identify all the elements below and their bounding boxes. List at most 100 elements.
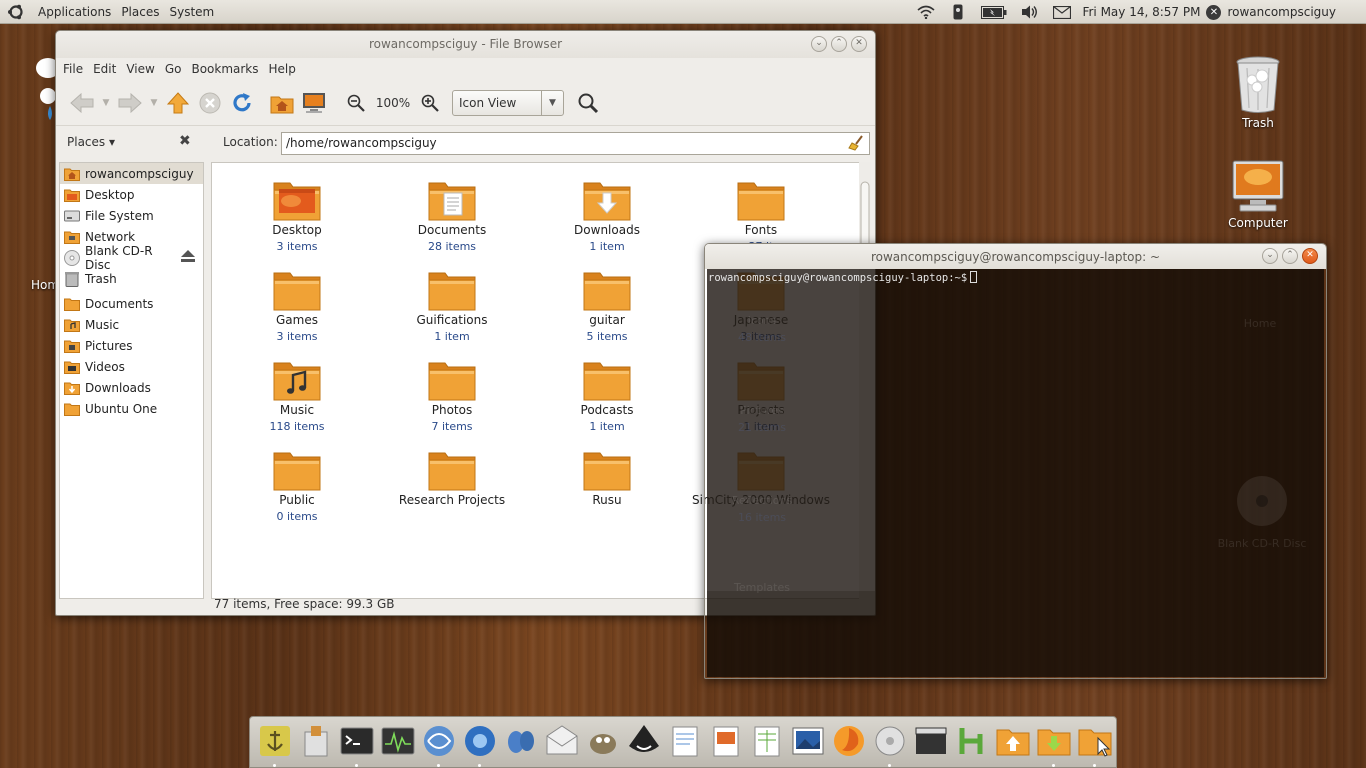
dock-gimp-icon[interactable] <box>582 720 623 764</box>
folder-name: Rusu <box>592 493 622 507</box>
dock-calc-icon[interactable] <box>746 720 787 764</box>
dock-folder-cursor-icon[interactable] <box>1074 720 1115 767</box>
zoom-level[interactable]: 100% <box>372 96 414 110</box>
user-switcher[interactable]: ✕ rowancompsciguy <box>1206 4 1336 20</box>
dock-anchor-icon[interactable] <box>254 720 295 767</box>
dock-disk-utility-icon[interactable] <box>869 720 910 767</box>
terminal-window[interactable]: rowancompsciguy@rowancompsciguy-laptop: … <box>704 243 1327 679</box>
back-history-dropdown[interactable]: ▼ <box>98 87 114 119</box>
terminal-body[interactable]: Icons 48 items Pictures 21 items Reflect… <box>707 269 1324 677</box>
maximize-button[interactable]: ⌃ <box>831 36 847 52</box>
wifi-icon[interactable] <box>917 4 935 20</box>
folder-item[interactable]: Podcasts 1 item <box>532 361 682 433</box>
sidebar-item-downloads[interactable]: Downloads <box>60 377 203 398</box>
dock-terminal-icon[interactable] <box>336 720 377 767</box>
places-menu[interactable]: Places <box>116 5 164 19</box>
folder-item[interactable]: Public 0 items <box>222 451 372 523</box>
applications-menu[interactable]: Applications <box>33 5 116 19</box>
folder-item[interactable]: Guifications 1 item <box>377 271 527 343</box>
zoom-in-button[interactable] <box>414 87 446 119</box>
desktop-icon-home[interactable]: Hom <box>28 56 59 292</box>
sidebar-item-documents[interactable]: Documents <box>60 293 203 314</box>
folder-item[interactable]: Photos 7 items <box>377 361 527 433</box>
dock-firefox-icon[interactable] <box>828 720 869 764</box>
dock-package-icon[interactable] <box>295 720 336 764</box>
zoom-out-button[interactable] <box>340 87 372 119</box>
folder-item[interactable]: Downloads 1 item <box>532 181 682 253</box>
desktop-icon-trash[interactable]: Trash <box>1226 54 1290 130</box>
computer-button[interactable] <box>298 87 330 119</box>
folder-item[interactable]: guitar 5 items <box>532 271 682 343</box>
dock-h-app-icon[interactable] <box>951 720 992 764</box>
dock-network-manager-icon[interactable] <box>418 720 459 767</box>
home-button[interactable] <box>266 87 298 119</box>
sidebar-item-blank-cd-r-disc[interactable]: Blank CD-R Disc <box>60 244 203 272</box>
close-sidebar-icon[interactable]: ✖ <box>179 133 191 149</box>
menu-view[interactable]: View <box>121 62 159 76</box>
volume-icon[interactable] <box>1021 4 1039 20</box>
clear-broom-icon[interactable] <box>848 135 864 151</box>
desktop-icon-computer[interactable]: Computer <box>1226 160 1290 230</box>
mail-indicator-icon[interactable] <box>1053 4 1072 20</box>
menu-help[interactable]: Help <box>264 62 301 76</box>
maximize-button[interactable]: ⌃ <box>1282 248 1298 264</box>
dock <box>249 716 1117 768</box>
view-mode-select[interactable]: Icon View ▼ <box>452 89 564 116</box>
dock-video-editor-icon[interactable] <box>910 720 951 764</box>
dock-pidgin-icon[interactable] <box>500 720 541 764</box>
menu-file[interactable]: File <box>58 62 88 76</box>
sidebar-item-rowancompsciguy[interactable]: rowancompsciguy <box>60 163 203 184</box>
back-button[interactable] <box>66 87 98 119</box>
dock-mail-icon[interactable] <box>541 720 582 764</box>
sidebar-item-desktop[interactable]: Desktop <box>60 184 203 205</box>
sidebar-item-music[interactable]: Music <box>60 314 203 335</box>
menu-go[interactable]: Go <box>160 62 187 76</box>
folder-item[interactable]: Music 118 items <box>222 361 372 433</box>
forward-button[interactable] <box>114 87 146 119</box>
system-menu[interactable]: System <box>164 5 219 19</box>
running-indicator <box>1093 764 1096 767</box>
close-button[interactable]: ✕ <box>1302 248 1318 264</box>
phone-icon[interactable] <box>949 4 967 20</box>
folder-item-count: 3 items <box>276 330 318 343</box>
menu-edit[interactable]: Edit <box>88 62 121 76</box>
dock-downloads-folder-icon[interactable] <box>1033 720 1074 767</box>
dock-impress-icon[interactable] <box>705 720 746 764</box>
search-button[interactable] <box>572 87 604 119</box>
dock-image-viewer-icon[interactable] <box>787 720 828 764</box>
close-button[interactable]: ✕ <box>851 36 867 52</box>
location-input[interactable]: /home/rowancompsciguy <box>281 132 870 155</box>
sidebar-item-videos[interactable]: Videos <box>60 356 203 377</box>
minimize-button[interactable]: ⌄ <box>1262 248 1278 264</box>
folder-item[interactable]: Desktop 3 items <box>222 181 372 253</box>
sidebar-item-file-system[interactable]: File System <box>60 205 203 226</box>
ubuntu-logo-icon[interactable] <box>7 3 25 21</box>
stop-button[interactable] <box>194 87 226 119</box>
window-titlebar[interactable]: rowancompsciguy - File Browser ⌄ ⌃ ✕ <box>56 31 875 58</box>
up-button[interactable] <box>162 87 194 119</box>
session-close-icon: ✕ <box>1206 4 1222 20</box>
folder-item[interactable]: Documents 28 items <box>377 181 527 253</box>
forward-history-dropdown[interactable]: ▼ <box>146 87 162 119</box>
dock-writer-icon[interactable] <box>664 720 705 764</box>
reload-button[interactable] <box>226 87 258 119</box>
folder-item[interactable]: Rusu <box>532 451 682 510</box>
dock-inkscape-icon[interactable] <box>623 720 664 764</box>
terminal-titlebar[interactable]: rowancompsciguy@rowancompsciguy-laptop: … <box>705 244 1326 269</box>
dock-folder-up-icon[interactable] <box>992 720 1033 764</box>
sidebar-item-pictures[interactable]: Pictures <box>60 335 203 356</box>
sidebar-item-ubuntu-one[interactable]: Ubuntu One <box>60 398 203 419</box>
menu-bookmarks[interactable]: Bookmarks <box>186 62 263 76</box>
dock-chromium-icon[interactable] <box>459 720 500 767</box>
eject-icon[interactable] <box>181 250 195 265</box>
clock[interactable]: Fri May 14, 8:57 PM <box>1082 5 1200 19</box>
folder-item[interactable]: Research Projects <box>377 451 527 510</box>
places-dropdown[interactable]: Places ▾ <box>67 135 115 149</box>
dock-system-monitor-icon[interactable] <box>377 720 418 764</box>
window-title: rowancompsciguy - File Browser <box>368 37 563 51</box>
harddisk-icon <box>64 208 80 224</box>
battery-icon[interactable] <box>981 4 1007 20</box>
ghost-label: Templates <box>734 581 790 594</box>
minimize-button[interactable]: ⌄ <box>811 36 827 52</box>
folder-item[interactable]: Games 3 items <box>222 271 372 343</box>
